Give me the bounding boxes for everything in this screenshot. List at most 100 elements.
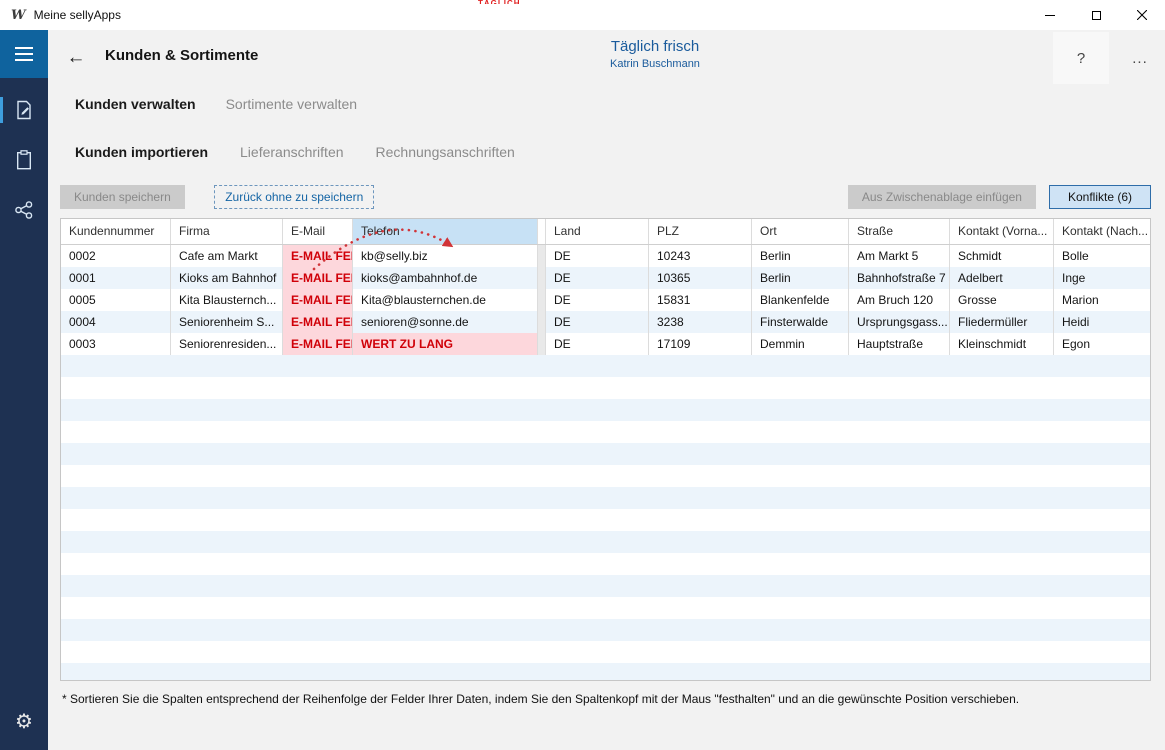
column-header-firma[interactable]: Firma — [171, 219, 283, 244]
cell-kontakt-nachname[interactable]: Marion — [1054, 289, 1150, 311]
cell-kontakt-nachname[interactable]: Inge — [1054, 267, 1150, 289]
cell-ort[interactable]: Berlin — [752, 267, 849, 289]
cell-ort[interactable]: Berlin — [752, 245, 849, 267]
column-header-kontakt-nachname[interactable]: Kontakt (Nach... — [1054, 219, 1150, 244]
cell-spacer — [538, 289, 546, 311]
cell-strasse[interactable]: Hauptstraße — [849, 333, 950, 355]
toolbar: Kunden speichern Zurück ohne zu speicher… — [60, 185, 1151, 211]
cell-kontakt-vorname[interactable]: Kleinschmidt — [950, 333, 1054, 355]
tab-kunden-importieren[interactable]: Kunden importieren — [75, 144, 208, 160]
cell-kundennummer[interactable]: 0004 — [61, 311, 171, 333]
column-header-telefon[interactable]: Telefon — [353, 219, 538, 244]
close-button[interactable] — [1119, 0, 1165, 30]
cell-strasse[interactable]: Am Bruch 120 — [849, 289, 950, 311]
cell-kontakt-nachname[interactable]: Heidi — [1054, 311, 1150, 333]
minimize-icon — [1045, 15, 1055, 16]
cell-email-error[interactable]: E-MAIL FEH — [283, 245, 353, 267]
secondary-tabs: Kunden importieren Lieferanschriften Rec… — [75, 144, 515, 160]
tab-kunden-verwalten[interactable]: Kunden verwalten — [75, 96, 196, 112]
maximize-button[interactable] — [1073, 0, 1119, 30]
cell-ort[interactable]: Blankenfelde — [752, 289, 849, 311]
cell-land[interactable]: DE — [546, 311, 649, 333]
cell-email-error[interactable]: E-MAIL FEH — [283, 333, 353, 355]
save-customers-button[interactable]: Kunden speichern — [60, 185, 185, 209]
customer-name: Täglich frisch — [568, 38, 742, 55]
cell-telefon[interactable]: senioren@sonne.de — [353, 311, 538, 333]
minimize-button[interactable] — [1027, 0, 1073, 30]
column-header-strasse[interactable]: Straße — [849, 219, 950, 244]
help-button[interactable]: ? — [1053, 32, 1109, 84]
paste-clipboard-button[interactable]: Aus Zwischenablage einfügen — [848, 185, 1036, 209]
cell-spacer — [538, 311, 546, 333]
page-title: Kunden & Sortimente — [105, 47, 258, 64]
cell-firma[interactable]: Cafe am Markt — [171, 245, 283, 267]
screen-artifact: TÄGLICH FRISCH — [478, 0, 534, 4]
cell-land[interactable]: DE — [546, 267, 649, 289]
column-header-ort[interactable]: Ort — [752, 219, 849, 244]
cell-land[interactable]: DE — [546, 245, 649, 267]
cell-firma[interactable]: Kioks am Bahnhof — [171, 267, 283, 289]
cell-telefon[interactable]: kioks@ambahnhof.de — [353, 267, 538, 289]
column-header-land[interactable]: Land — [546, 219, 649, 244]
cell-spacer — [538, 245, 546, 267]
cell-kundennummer[interactable]: 0001 — [61, 267, 171, 289]
sidebar-item-customers[interactable] — [0, 86, 48, 134]
column-header-kundennummer[interactable]: Kundennummer — [61, 219, 171, 244]
cell-plz[interactable]: 10365 — [649, 267, 752, 289]
gear-icon: ⚙ — [15, 712, 33, 732]
cell-land[interactable]: DE — [546, 289, 649, 311]
cell-plz[interactable]: 15831 — [649, 289, 752, 311]
tab-rechnungsanschriften[interactable]: Rechnungsanschriften — [376, 144, 515, 160]
titlebar: W Meine sellyApps — [0, 0, 1165, 30]
cell-land[interactable]: DE — [546, 333, 649, 355]
account-switcher[interactable]: Täglich frisch Katrin Buschmann — [568, 38, 742, 70]
cell-telefon-error[interactable]: WERT ZU LANG — [353, 333, 538, 355]
more-button[interactable]: ... — [1116, 32, 1164, 84]
sidebar-item-share[interactable] — [0, 186, 48, 234]
cell-kontakt-vorname[interactable]: Fliedermüller — [950, 311, 1054, 333]
cell-kontakt-vorname[interactable]: Grosse — [950, 289, 1054, 311]
cell-ort[interactable]: Finsterwalde — [752, 311, 849, 333]
cell-email-error[interactable]: E-MAIL FEH — [283, 311, 353, 333]
cell-email-error[interactable]: E-MAIL FEH — [283, 267, 353, 289]
sidebar-item-settings[interactable]: ⚙ — [0, 698, 48, 746]
hamburger-icon — [15, 47, 33, 61]
cell-ort[interactable]: Demmin — [752, 333, 849, 355]
cell-kontakt-nachname[interactable]: Egon — [1054, 333, 1150, 355]
window-title: Meine sellyApps — [34, 8, 121, 22]
sidebar-item-assortments[interactable] — [0, 136, 48, 184]
back-button[interactable]: ← — [61, 43, 91, 73]
table-row: 0002 Cafe am Markt E-MAIL FEH kb@selly.b… — [61, 245, 1150, 267]
tab-sortimente-verwalten[interactable]: Sortimente verwalten — [226, 96, 358, 112]
column-header-email[interactable]: E-Mail — [283, 219, 353, 244]
share-network-icon — [14, 200, 34, 220]
cell-strasse[interactable]: Bahnhofstraße 7 — [849, 267, 950, 289]
cell-kundennummer[interactable]: 0005 — [61, 289, 171, 311]
cell-kundennummer[interactable]: 0002 — [61, 245, 171, 267]
cell-email-error[interactable]: E-MAIL FEH — [283, 289, 353, 311]
cell-plz[interactable]: 10243 — [649, 245, 752, 267]
discard-button[interactable]: Zurück ohne zu speichern — [214, 185, 374, 209]
tab-lieferanschriften[interactable]: Lieferanschriften — [240, 144, 344, 160]
cell-strasse[interactable]: Ursprungsgass... — [849, 311, 950, 333]
screen-artifact-text: TÄGLICH FRISCH — [478, 0, 534, 4]
cell-firma[interactable]: Seniorenheim S... — [171, 311, 283, 333]
cell-telefon[interactable]: Kita@blausternchen.de — [353, 289, 538, 311]
conflicts-button[interactable]: Konflikte (6) — [1049, 185, 1151, 209]
column-header-kontakt-vorname[interactable]: Kontakt (Vorna... — [950, 219, 1054, 244]
cell-kontakt-vorname[interactable]: Adelbert — [950, 267, 1054, 289]
cell-firma[interactable]: Seniorenresiden... — [171, 333, 283, 355]
cell-firma[interactable]: Kita Blausternch... — [171, 289, 283, 311]
cell-kontakt-nachname[interactable]: Bolle — [1054, 245, 1150, 267]
grid-header-row: Kundennummer Firma E-Mail Telefon Land P… — [61, 219, 1150, 245]
selected-indicator — [0, 97, 3, 123]
column-header-plz[interactable]: PLZ — [649, 219, 752, 244]
cell-strasse[interactable]: Am Markt 5 — [849, 245, 950, 267]
cell-kundennummer[interactable]: 0003 — [61, 333, 171, 355]
cell-plz[interactable]: 17109 — [649, 333, 752, 355]
cell-spacer — [538, 333, 546, 355]
hamburger-menu-button[interactable] — [0, 30, 48, 78]
cell-kontakt-vorname[interactable]: Schmidt — [950, 245, 1054, 267]
cell-telefon[interactable]: kb@selly.biz — [353, 245, 538, 267]
cell-plz[interactable]: 3238 — [649, 311, 752, 333]
